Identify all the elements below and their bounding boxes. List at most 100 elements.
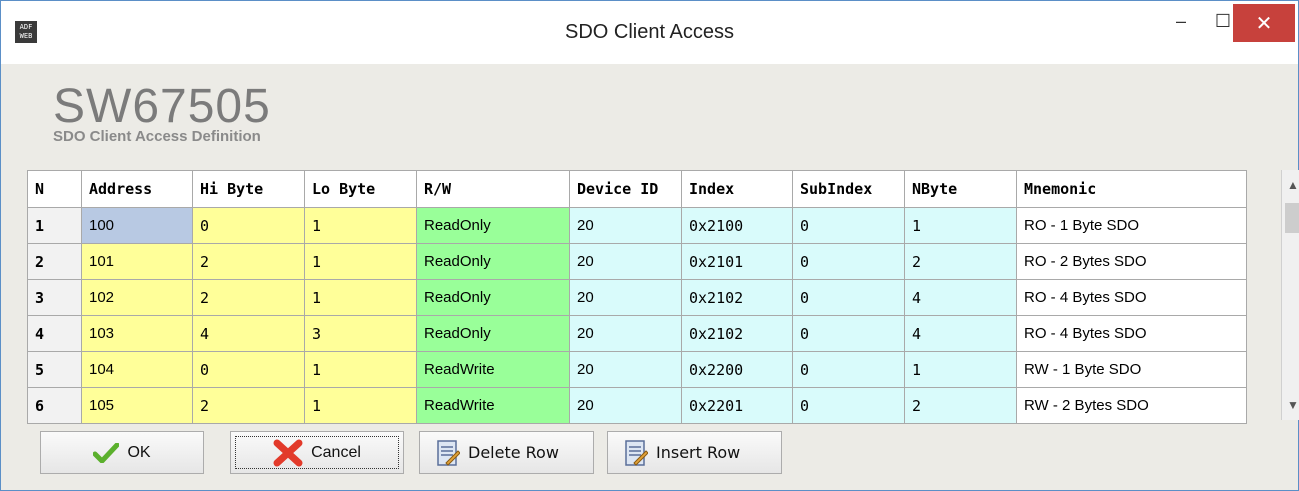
scroll-down-icon[interactable]: ▼ <box>1282 395 1299 415</box>
lo-byte-cell[interactable]: 1 <box>304 279 417 316</box>
subindex-cell[interactable]: 0 <box>792 387 905 424</box>
index-cell[interactable]: 0x2101 <box>681 243 793 280</box>
product-title: SW67505 <box>53 80 271 133</box>
lo-byte-cell[interactable]: 1 <box>304 351 417 388</box>
delete-row-button[interactable]: Delete Row <box>419 431 594 474</box>
insert-row-icon <box>625 439 648 466</box>
mnemonic-cell[interactable]: RO - 4 Bytes SDO <box>1016 315 1247 352</box>
cancel-button[interactable]: Cancel <box>230 431 404 474</box>
insert-row-button[interactable]: Insert Row <box>607 431 782 474</box>
device-id-cell[interactable]: 20 <box>569 279 682 316</box>
rw-cell[interactable]: ReadOnly <box>416 207 570 244</box>
address-cell[interactable]: 102 <box>81 279 193 316</box>
nbyte-cell[interactable]: 4 <box>904 279 1017 316</box>
mnemonic-cell[interactable]: RW - 1 Byte SDO <box>1016 351 1247 388</box>
column-header[interactable]: Lo Byte <box>304 170 417 208</box>
rw-cell[interactable]: ReadOnly <box>416 243 570 280</box>
lo-byte-cell[interactable]: 3 <box>304 315 417 352</box>
mnemonic-cell[interactable]: RO - 1 Byte SDO <box>1016 207 1247 244</box>
subindex-cell[interactable]: 0 <box>792 315 905 352</box>
device-id-cell[interactable]: 20 <box>569 351 682 388</box>
column-header[interactable]: R/W <box>416 170 570 208</box>
hi-byte-cell[interactable]: 0 <box>192 351 305 388</box>
close-icon: ✕ <box>1255 12 1273 35</box>
sdo-client-access-window: ADF WEB SDO Client Access – ☐ ✕ SW67505 S… <box>0 0 1299 491</box>
hi-byte-cell[interactable]: 2 <box>192 243 305 280</box>
row-number-cell[interactable]: 3 <box>27 279 82 316</box>
column-header[interactable]: Index <box>681 170 793 208</box>
column-header[interactable]: Device ID <box>569 170 682 208</box>
insert-row-label: Insert Row <box>656 443 741 462</box>
sdo-table: N Address Hi Byte Lo Byte R/W Device ID … <box>27 170 1247 424</box>
lo-byte-cell[interactable]: 1 <box>304 243 417 280</box>
sdo-grid: N Address Hi Byte Lo Byte R/W Device ID … <box>27 170 1299 424</box>
address-cell[interactable]: 100 <box>81 207 193 244</box>
nbyte-cell[interactable]: 1 <box>904 207 1017 244</box>
subindex-cell[interactable]: 0 <box>792 351 905 388</box>
minimize-button[interactable]: – <box>1159 1 1203 41</box>
nbyte-cell[interactable]: 2 <box>904 243 1017 280</box>
table-row[interactable]: 4 103 4 3 ReadOnly 20 0x2102 0 4 RO - 4 … <box>27 315 1247 352</box>
column-header[interactable]: NByte <box>904 170 1017 208</box>
vertical-scrollbar[interactable]: ▲ ▼ <box>1281 170 1299 420</box>
hi-byte-cell[interactable]: 2 <box>192 387 305 424</box>
table-row[interactable]: 3 102 2 1 ReadOnly 20 0x2102 0 4 RO - 4 … <box>27 279 1247 316</box>
ok-button-label: OK <box>127 443 151 461</box>
index-cell[interactable]: 0x2102 <box>681 279 793 316</box>
row-number-cell[interactable]: 2 <box>27 243 82 280</box>
nbyte-cell[interactable]: 2 <box>904 387 1017 424</box>
column-header[interactable]: Mnemonic <box>1016 170 1247 208</box>
table-row[interactable]: 1 100 0 1 ReadOnly 20 0x2100 0 1 RO - 1 … <box>27 207 1247 244</box>
page-subtitle: SDO Client Access Definition <box>53 128 261 145</box>
rw-cell[interactable]: ReadOnly <box>416 279 570 316</box>
row-number-cell[interactable]: 1 <box>27 207 82 244</box>
title-bar[interactable]: ADF WEB SDO Client Access – ☐ ✕ <box>1 1 1298 64</box>
table-row[interactable]: 5 104 0 1 ReadWrite 20 0x2200 0 1 RW - 1… <box>27 351 1247 388</box>
delete-row-icon <box>437 439 460 466</box>
nbyte-cell[interactable]: 4 <box>904 315 1017 352</box>
scroll-thumb[interactable] <box>1285 203 1299 233</box>
device-id-cell[interactable]: 20 <box>569 207 682 244</box>
lo-byte-cell[interactable]: 1 <box>304 207 417 244</box>
address-cell[interactable]: 103 <box>81 315 193 352</box>
index-cell[interactable]: 0x2200 <box>681 351 793 388</box>
lo-byte-cell[interactable]: 1 <box>304 387 417 424</box>
index-cell[interactable]: 0x2201 <box>681 387 793 424</box>
hi-byte-cell[interactable]: 4 <box>192 315 305 352</box>
mnemonic-cell[interactable]: RW - 2 Bytes SDO <box>1016 387 1247 424</box>
device-id-cell[interactable]: 20 <box>569 387 682 424</box>
row-number-cell[interactable]: 4 <box>27 315 82 352</box>
rw-cell[interactable]: ReadWrite <box>416 387 570 424</box>
hi-byte-cell[interactable]: 0 <box>192 207 305 244</box>
column-header[interactable]: SubIndex <box>792 170 905 208</box>
table-header-row: N Address Hi Byte Lo Byte R/W Device ID … <box>27 170 1247 208</box>
index-cell[interactable]: 0x2100 <box>681 207 793 244</box>
subindex-cell[interactable]: 0 <box>792 279 905 316</box>
table-row[interactable]: 2 101 2 1 ReadOnly 20 0x2101 0 2 RO - 2 … <box>27 243 1247 280</box>
rw-cell[interactable]: ReadWrite <box>416 351 570 388</box>
column-header[interactable]: N <box>27 170 82 208</box>
maximize-icon: ☐ <box>1214 10 1232 31</box>
nbyte-cell[interactable]: 1 <box>904 351 1017 388</box>
column-header[interactable]: Hi Byte <box>192 170 305 208</box>
hi-byte-cell[interactable]: 2 <box>192 279 305 316</box>
rw-cell[interactable]: ReadOnly <box>416 315 570 352</box>
mnemonic-cell[interactable]: RO - 4 Bytes SDO <box>1016 279 1247 316</box>
address-cell[interactable]: 101 <box>81 243 193 280</box>
device-id-cell[interactable]: 20 <box>569 315 682 352</box>
row-number-cell[interactable]: 5 <box>27 351 82 388</box>
subindex-cell[interactable]: 0 <box>792 243 905 280</box>
table-row[interactable]: 6 105 2 1 ReadWrite 20 0x2201 0 2 RW - 2… <box>27 387 1247 424</box>
scroll-up-icon[interactable]: ▲ <box>1282 175 1299 195</box>
mnemonic-cell[interactable]: RO - 2 Bytes SDO <box>1016 243 1247 280</box>
subindex-cell[interactable]: 0 <box>792 207 905 244</box>
address-cell[interactable]: 104 <box>81 351 193 388</box>
row-number-cell[interactable]: 6 <box>27 387 82 424</box>
close-button[interactable]: ✕ <box>1233 4 1295 42</box>
ok-button[interactable]: OK <box>40 431 204 474</box>
window-title: SDO Client Access <box>565 21 734 43</box>
column-header[interactable]: Address <box>81 170 193 208</box>
address-cell[interactable]: 105 <box>81 387 193 424</box>
index-cell[interactable]: 0x2102 <box>681 315 793 352</box>
device-id-cell[interactable]: 20 <box>569 243 682 280</box>
